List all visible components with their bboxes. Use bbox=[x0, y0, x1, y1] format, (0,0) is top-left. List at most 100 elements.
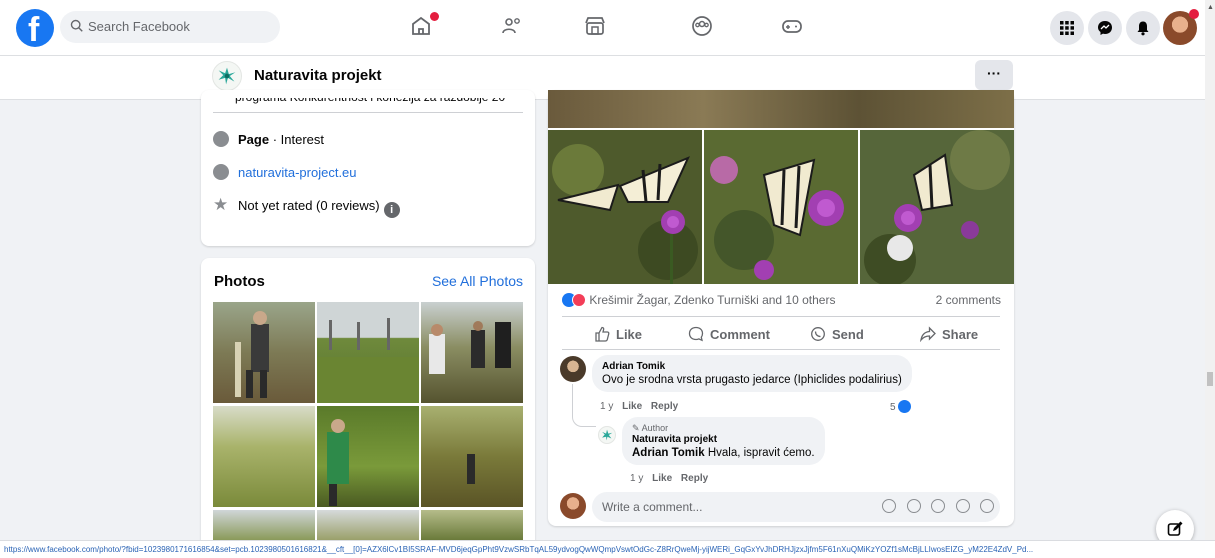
send-label: Send bbox=[832, 327, 864, 342]
reply-text: Hvala, ispravit ćemo. bbox=[704, 447, 815, 459]
share-label: Share bbox=[942, 327, 979, 342]
comments-count[interactable]: 2 comments bbox=[936, 293, 1001, 307]
status-bar-url: https://www.facebook.com/photo/?fbid=102… bbox=[0, 540, 1215, 558]
comment-like-link[interactable]: Like bbox=[622, 401, 642, 412]
love-reaction-icon bbox=[572, 293, 586, 307]
category-label: Page bbox=[238, 132, 270, 147]
like-icon bbox=[595, 326, 610, 342]
scroll-up-arrow-icon[interactable]: ▲ bbox=[1207, 4, 1214, 11]
scrollbar-thumb[interactable] bbox=[1207, 372, 1213, 386]
write-comment-input[interactable]: Write a comment... bbox=[592, 492, 1000, 522]
reply-like-link[interactable]: Like bbox=[652, 473, 672, 484]
category-value: · Interest bbox=[269, 132, 324, 147]
reply-reply-link[interactable]: Reply bbox=[681, 473, 708, 484]
star-icon: ★ bbox=[213, 195, 229, 214]
like-label: Like bbox=[616, 327, 643, 342]
gaming-icon[interactable] bbox=[780, 14, 808, 42]
groups-icon[interactable] bbox=[690, 14, 718, 42]
photo-thumbnail[interactable] bbox=[317, 302, 419, 403]
comment-likes-number: 5 bbox=[890, 402, 896, 413]
comment-label: Comment bbox=[710, 327, 770, 342]
home-icon[interactable] bbox=[409, 12, 439, 42]
profile-avatar[interactable] bbox=[1163, 9, 1199, 45]
post-photo[interactable] bbox=[704, 130, 858, 284]
pencil-icon: ✎ bbox=[632, 423, 640, 433]
notifications-icon[interactable] bbox=[1126, 11, 1160, 45]
comment-reply-link[interactable]: Reply bbox=[651, 401, 678, 412]
divider bbox=[213, 112, 523, 113]
scrollbar[interactable]: ▲ bbox=[1205, 0, 1215, 540]
current-user-avatar[interactable] bbox=[560, 493, 586, 519]
globe-icon bbox=[213, 164, 229, 180]
marketplace-icon[interactable] bbox=[583, 14, 611, 42]
menu-icon[interactable] bbox=[1050, 11, 1084, 45]
messenger-icon[interactable] bbox=[1088, 11, 1122, 45]
website-link[interactable]: naturavita-project.eu bbox=[238, 165, 357, 180]
reactors-text: Krešimir Žagar, Zdenko Turniški and 10 o… bbox=[589, 293, 836, 307]
photo-thumbnail[interactable] bbox=[421, 406, 523, 507]
reply-meta: 1 y Like Reply bbox=[630, 473, 708, 484]
avatar-sticker-icon[interactable] bbox=[882, 499, 897, 513]
comment-button[interactable]: Comment bbox=[688, 326, 770, 342]
post-photo[interactable] bbox=[548, 130, 702, 284]
like-button[interactable]: Like bbox=[594, 326, 642, 342]
share-icon bbox=[919, 326, 936, 343]
reply-bubble: ✎ Author Naturavita projekt Adrian Tomik… bbox=[622, 417, 825, 465]
rating-info-icon[interactable]: i bbox=[383, 202, 400, 218]
share-button[interactable]: Share bbox=[919, 326, 979, 343]
comment-meta: 1 y Like Reply bbox=[600, 401, 678, 412]
notification-dot bbox=[430, 12, 439, 21]
reply-thread-line bbox=[572, 384, 596, 427]
comment-bubble: Adrian Tomik Ovo je srodna vrsta prugast… bbox=[592, 355, 912, 392]
comment-author[interactable]: Adrian Tomik bbox=[602, 361, 902, 372]
page-logo[interactable] bbox=[212, 61, 242, 91]
photo-thumbnail[interactable] bbox=[213, 406, 315, 507]
intro-description-text: programa Konkurentnost i kohezija za raz… bbox=[235, 90, 506, 104]
photos-heading: Photos bbox=[214, 273, 265, 290]
post-photo-top[interactable] bbox=[548, 90, 1014, 128]
comment-icon bbox=[688, 326, 704, 342]
comment-tools bbox=[876, 499, 994, 518]
reply-mention[interactable]: Adrian Tomik bbox=[632, 447, 705, 459]
notification-dot bbox=[1189, 9, 1199, 19]
comment-age[interactable]: 1 y bbox=[600, 401, 613, 412]
commenter-avatar[interactable] bbox=[560, 356, 586, 382]
post-card: Krešimir Žagar, Zdenko Turniški and 10 o… bbox=[548, 90, 1014, 526]
write-comment-placeholder: Write a comment... bbox=[602, 500, 703, 514]
search-placeholder: Search Facebook bbox=[88, 19, 190, 34]
author-badge: ✎ Author bbox=[632, 423, 669, 433]
comment-text: Ovo je srodna vrsta prugasto jedarce (Ip… bbox=[602, 374, 902, 386]
page-reply-avatar[interactable] bbox=[598, 426, 616, 444]
more-options-button[interactable]: ··· bbox=[975, 60, 1013, 90]
search-box[interactable]: Search Facebook bbox=[60, 11, 280, 43]
gif-icon[interactable] bbox=[955, 499, 970, 513]
photo-thumbnail[interactable] bbox=[317, 510, 419, 540]
reply-age[interactable]: 1 y bbox=[630, 473, 643, 484]
photo-thumbnail[interactable] bbox=[317, 406, 419, 507]
compose-icon bbox=[1167, 521, 1183, 536]
post-actions: Like Comment Send Share bbox=[562, 316, 1000, 350]
photo-thumbnail[interactable] bbox=[213, 510, 315, 540]
comment-like-count[interactable]: 5 bbox=[890, 400, 911, 413]
info-icon bbox=[213, 131, 229, 147]
send-button[interactable]: Send bbox=[810, 326, 864, 342]
emoji-icon[interactable] bbox=[906, 499, 921, 513]
friends-icon[interactable] bbox=[500, 14, 528, 42]
search-icon bbox=[70, 19, 83, 32]
camera-icon[interactable] bbox=[931, 499, 946, 513]
page-title[interactable]: Naturavita projekt bbox=[254, 67, 382, 84]
photo-thumbnail[interactable] bbox=[421, 510, 523, 540]
whatsapp-icon bbox=[811, 327, 825, 341]
photos-card: Photos See All Photos bbox=[201, 258, 535, 548]
reply-author[interactable]: Naturavita projekt bbox=[632, 434, 815, 445]
reaction-summary[interactable]: Krešimir Žagar, Zdenko Turniški and 10 o… bbox=[562, 293, 835, 307]
see-all-photos-link[interactable]: See All Photos bbox=[432, 273, 523, 289]
post-photo[interactable] bbox=[860, 130, 1014, 284]
photo-thumbnail[interactable] bbox=[421, 302, 523, 403]
sticker-icon[interactable] bbox=[980, 499, 994, 513]
like-reaction-icon bbox=[897, 400, 911, 413]
rating-text: Not yet rated (0 reviews) bbox=[238, 198, 380, 213]
photo-thumbnail[interactable] bbox=[213, 302, 315, 403]
top-navigation-bar: Search Facebook bbox=[0, 0, 1215, 56]
facebook-logo-icon[interactable] bbox=[16, 9, 54, 50]
